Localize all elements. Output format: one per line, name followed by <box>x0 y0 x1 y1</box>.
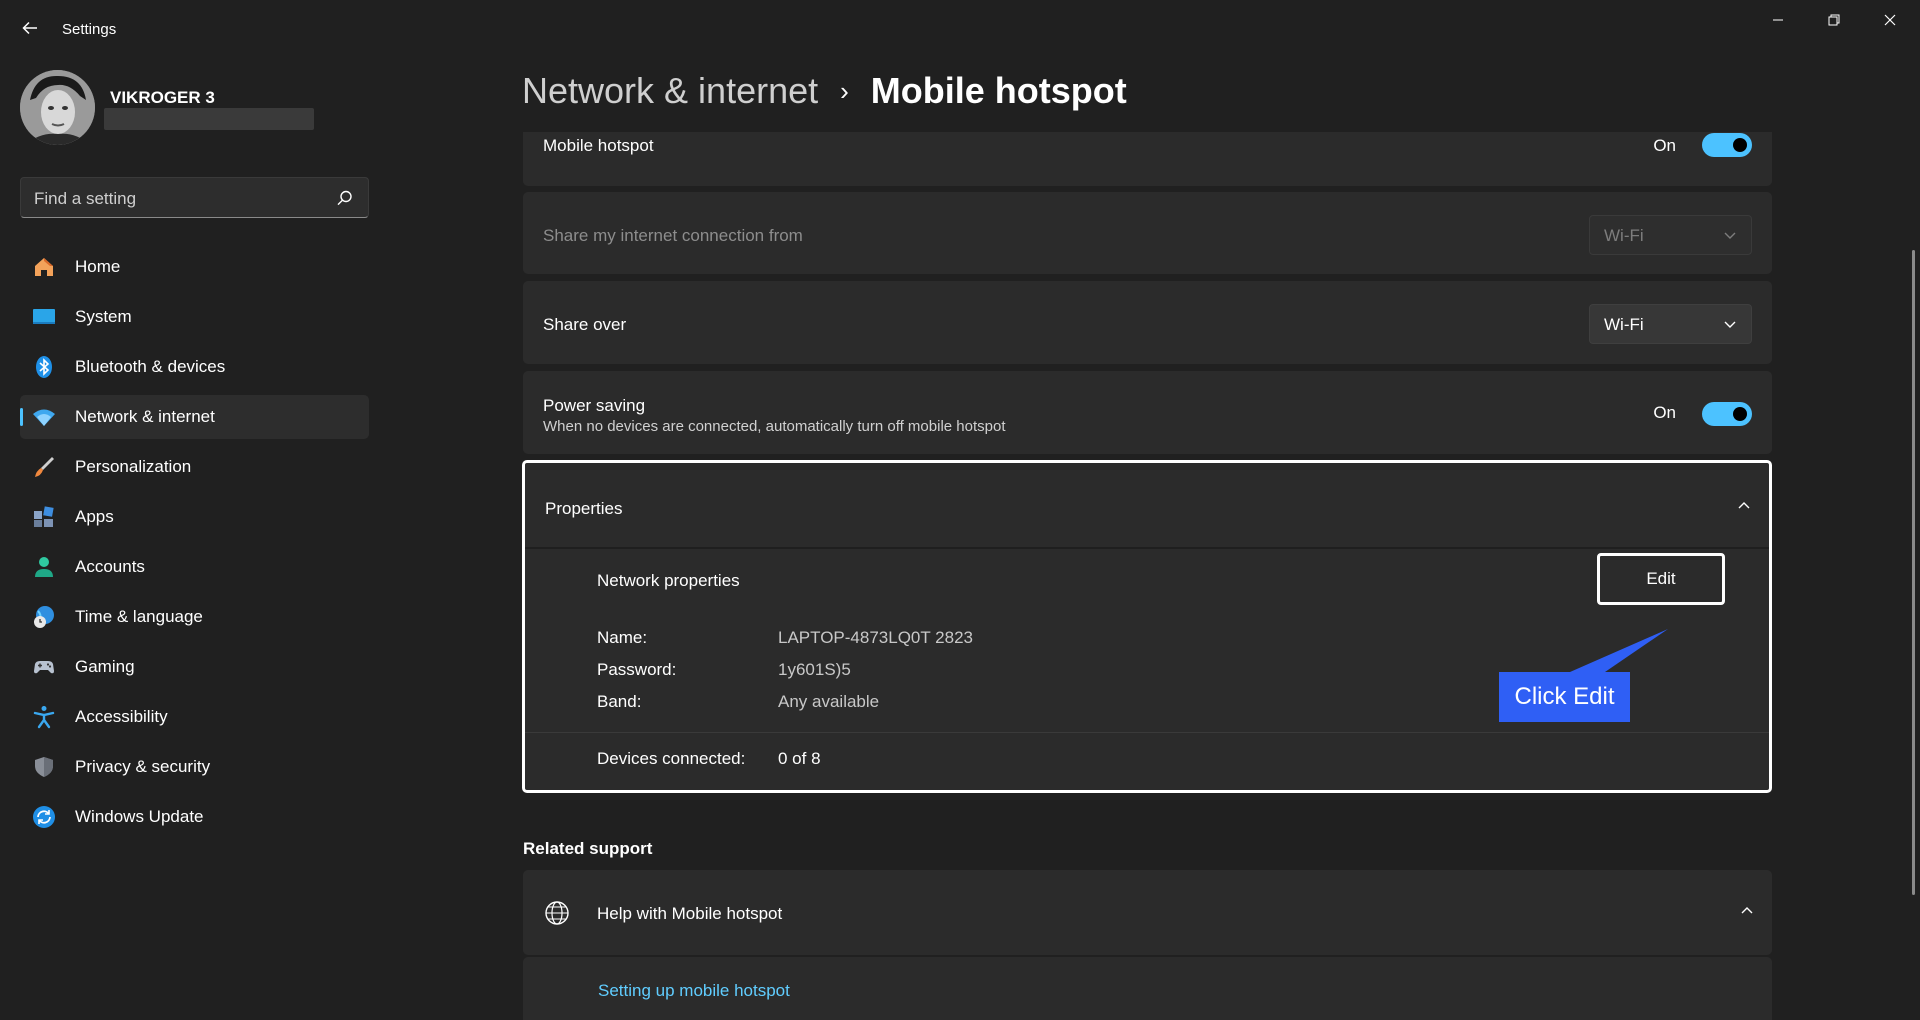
power-saving-label: Power saving <box>543 396 646 415</box>
sidebar-item-label: Privacy & security <box>75 757 211 776</box>
share-from-value: Wi-Fi <box>1604 226 1644 245</box>
share-over-card: Share over Wi-Fi <box>523 281 1772 364</box>
share-from-dropdown[interactable]: Wi-Fi <box>1589 215 1752 255</box>
minimize-icon <box>1773 19 1783 21</box>
sidebar-item-apps[interactable]: Apps <box>20 495 369 539</box>
power-saving-description: When no devices are connected, automatic… <box>543 418 1006 435</box>
chevron-up-icon[interactable] <box>1740 904 1754 918</box>
gamepad-icon <box>32 655 56 679</box>
shield-icon <box>32 755 56 779</box>
profile-name: VIKROGER 3 <box>110 88 215 107</box>
chevron-down-icon <box>1724 321 1736 328</box>
home-icon <box>32 255 56 279</box>
app-title: Settings <box>62 21 117 38</box>
edit-button[interactable]: Edit <box>1597 553 1725 605</box>
devices-connected-value: 0 of 8 <box>778 749 821 768</box>
restore-button[interactable] <box>1806 0 1862 40</box>
password-key: Password: <box>597 660 677 679</box>
scrollbar[interactable] <box>1912 250 1915 895</box>
sidebar-item-label: Time & language <box>75 607 203 626</box>
band-key: Band: <box>597 692 642 711</box>
accessibility-icon <box>32 705 56 729</box>
sidebar-item-label: Gaming <box>75 657 135 676</box>
chevron-down-icon <box>1724 232 1736 239</box>
power-saving-card: Power saving When no devices are connect… <box>523 371 1772 454</box>
minimize-button[interactable] <box>1750 0 1806 40</box>
sidebar-item-label: Network & internet <box>75 407 215 426</box>
sidebar-item-windows-update[interactable]: Windows Update <box>20 795 369 839</box>
password-value: 1y601S)5 <box>778 660 851 679</box>
mobile-hotspot-card: Mobile hotspot On <box>523 132 1772 186</box>
back-button[interactable] <box>16 14 44 42</box>
profile-email-redacted <box>104 108 314 130</box>
sidebar-item-label: Windows Update <box>75 807 204 826</box>
related-support-heading: Related support <box>523 839 653 858</box>
chevron-right-icon: › <box>840 75 849 106</box>
sidebar-item-network[interactable]: Network & internet <box>20 395 369 439</box>
share-from-label: Share my internet connection from <box>543 226 803 245</box>
back-arrow-icon <box>22 21 37 35</box>
sidebar-item-label: Personalization <box>75 457 192 476</box>
restore-icon <box>1828 14 1840 26</box>
chevron-up-icon[interactable] <box>1737 499 1751 513</box>
properties-title: Properties <box>545 499 623 518</box>
sidebar-item-privacy[interactable]: Privacy & security <box>20 745 369 789</box>
sidebar-item-bluetooth[interactable]: Bluetooth & devices <box>20 345 369 389</box>
power-saving-toggle[interactable] <box>1702 402 1752 426</box>
mobile-hotspot-label: Mobile hotspot <box>543 136 654 155</box>
name-value: LAPTOP-4873LQ0T 2823 <box>778 628 974 647</box>
page-title: Mobile hotspot <box>870 70 1127 111</box>
name-key: Name: <box>597 628 648 647</box>
sidebar-item-label: System <box>75 307 132 326</box>
avatar <box>20 70 95 145</box>
globe-help-icon <box>545 901 569 925</box>
sidebar-item-label: Accounts <box>75 557 145 576</box>
sidebar-item-label: Apps <box>75 507 114 526</box>
close-icon <box>1884 14 1896 26</box>
sidebar-item-time-language[interactable]: Time & language <box>20 595 369 639</box>
wifi-icon <box>32 405 56 429</box>
search-icon <box>337 190 352 206</box>
setting-up-hotspot-link[interactable]: Setting up mobile hotspot <box>598 981 790 1001</box>
globe-clock-icon <box>32 605 56 629</box>
sidebar-item-label: Home <box>75 257 121 276</box>
user-profile[interactable]: VIKROGER 3 <box>20 70 370 146</box>
mobile-hotspot-state: On <box>1653 136 1676 155</box>
brush-icon <box>32 455 56 479</box>
share-over-label: Share over <box>543 315 627 334</box>
click-edit-callout: Click Edit <box>1499 672 1630 722</box>
search-input[interactable]: Find a setting <box>20 177 369 218</box>
sidebar-item-label: Bluetooth & devices <box>75 357 226 376</box>
update-icon <box>32 805 56 829</box>
apps-icon <box>32 505 56 529</box>
sidebar-item-accounts[interactable]: Accounts <box>20 545 369 589</box>
sidebar-item-home[interactable]: Home <box>20 245 369 289</box>
band-value: Any available <box>778 692 880 711</box>
share-from-card: Share my internet connection from Wi-Fi <box>523 192 1772 274</box>
devices-connected-key: Devices connected: <box>597 749 746 768</box>
bluetooth-icon <box>32 355 56 379</box>
power-saving-state: On <box>1653 403 1676 422</box>
network-properties-heading: Network properties <box>597 571 740 590</box>
breadcrumb: Network & internet › Mobile hotspot <box>522 70 1127 112</box>
sidebar-item-personalization[interactable]: Personalization <box>20 445 369 489</box>
help-card[interactable]: Help with Mobile hotspot <box>523 870 1772 955</box>
breadcrumb-parent-link[interactable]: Network & internet <box>522 70 818 112</box>
title-bar: Settings <box>0 0 1920 60</box>
sidebar-item-gaming[interactable]: Gaming <box>20 645 369 689</box>
share-over-dropdown[interactable]: Wi-Fi <box>1589 304 1752 344</box>
mobile-hotspot-toggle[interactable] <box>1702 133 1752 157</box>
properties-header[interactable]: Properties <box>525 463 1769 549</box>
sidebar-item-accessibility[interactable]: Accessibility <box>20 695 369 739</box>
search-placeholder: Find a setting <box>34 189 137 208</box>
person-icon <box>32 555 56 579</box>
divider <box>525 732 1769 733</box>
share-over-value: Wi-Fi <box>1604 315 1644 334</box>
sidebar-nav: Home System Bluetooth & devices Network … <box>20 245 369 845</box>
help-title: Help with Mobile hotspot <box>597 904 783 923</box>
system-icon <box>32 305 56 329</box>
sidebar-item-label: Accessibility <box>75 707 168 726</box>
close-button[interactable] <box>1862 0 1918 40</box>
sidebar-item-system[interactable]: System <box>20 295 369 339</box>
